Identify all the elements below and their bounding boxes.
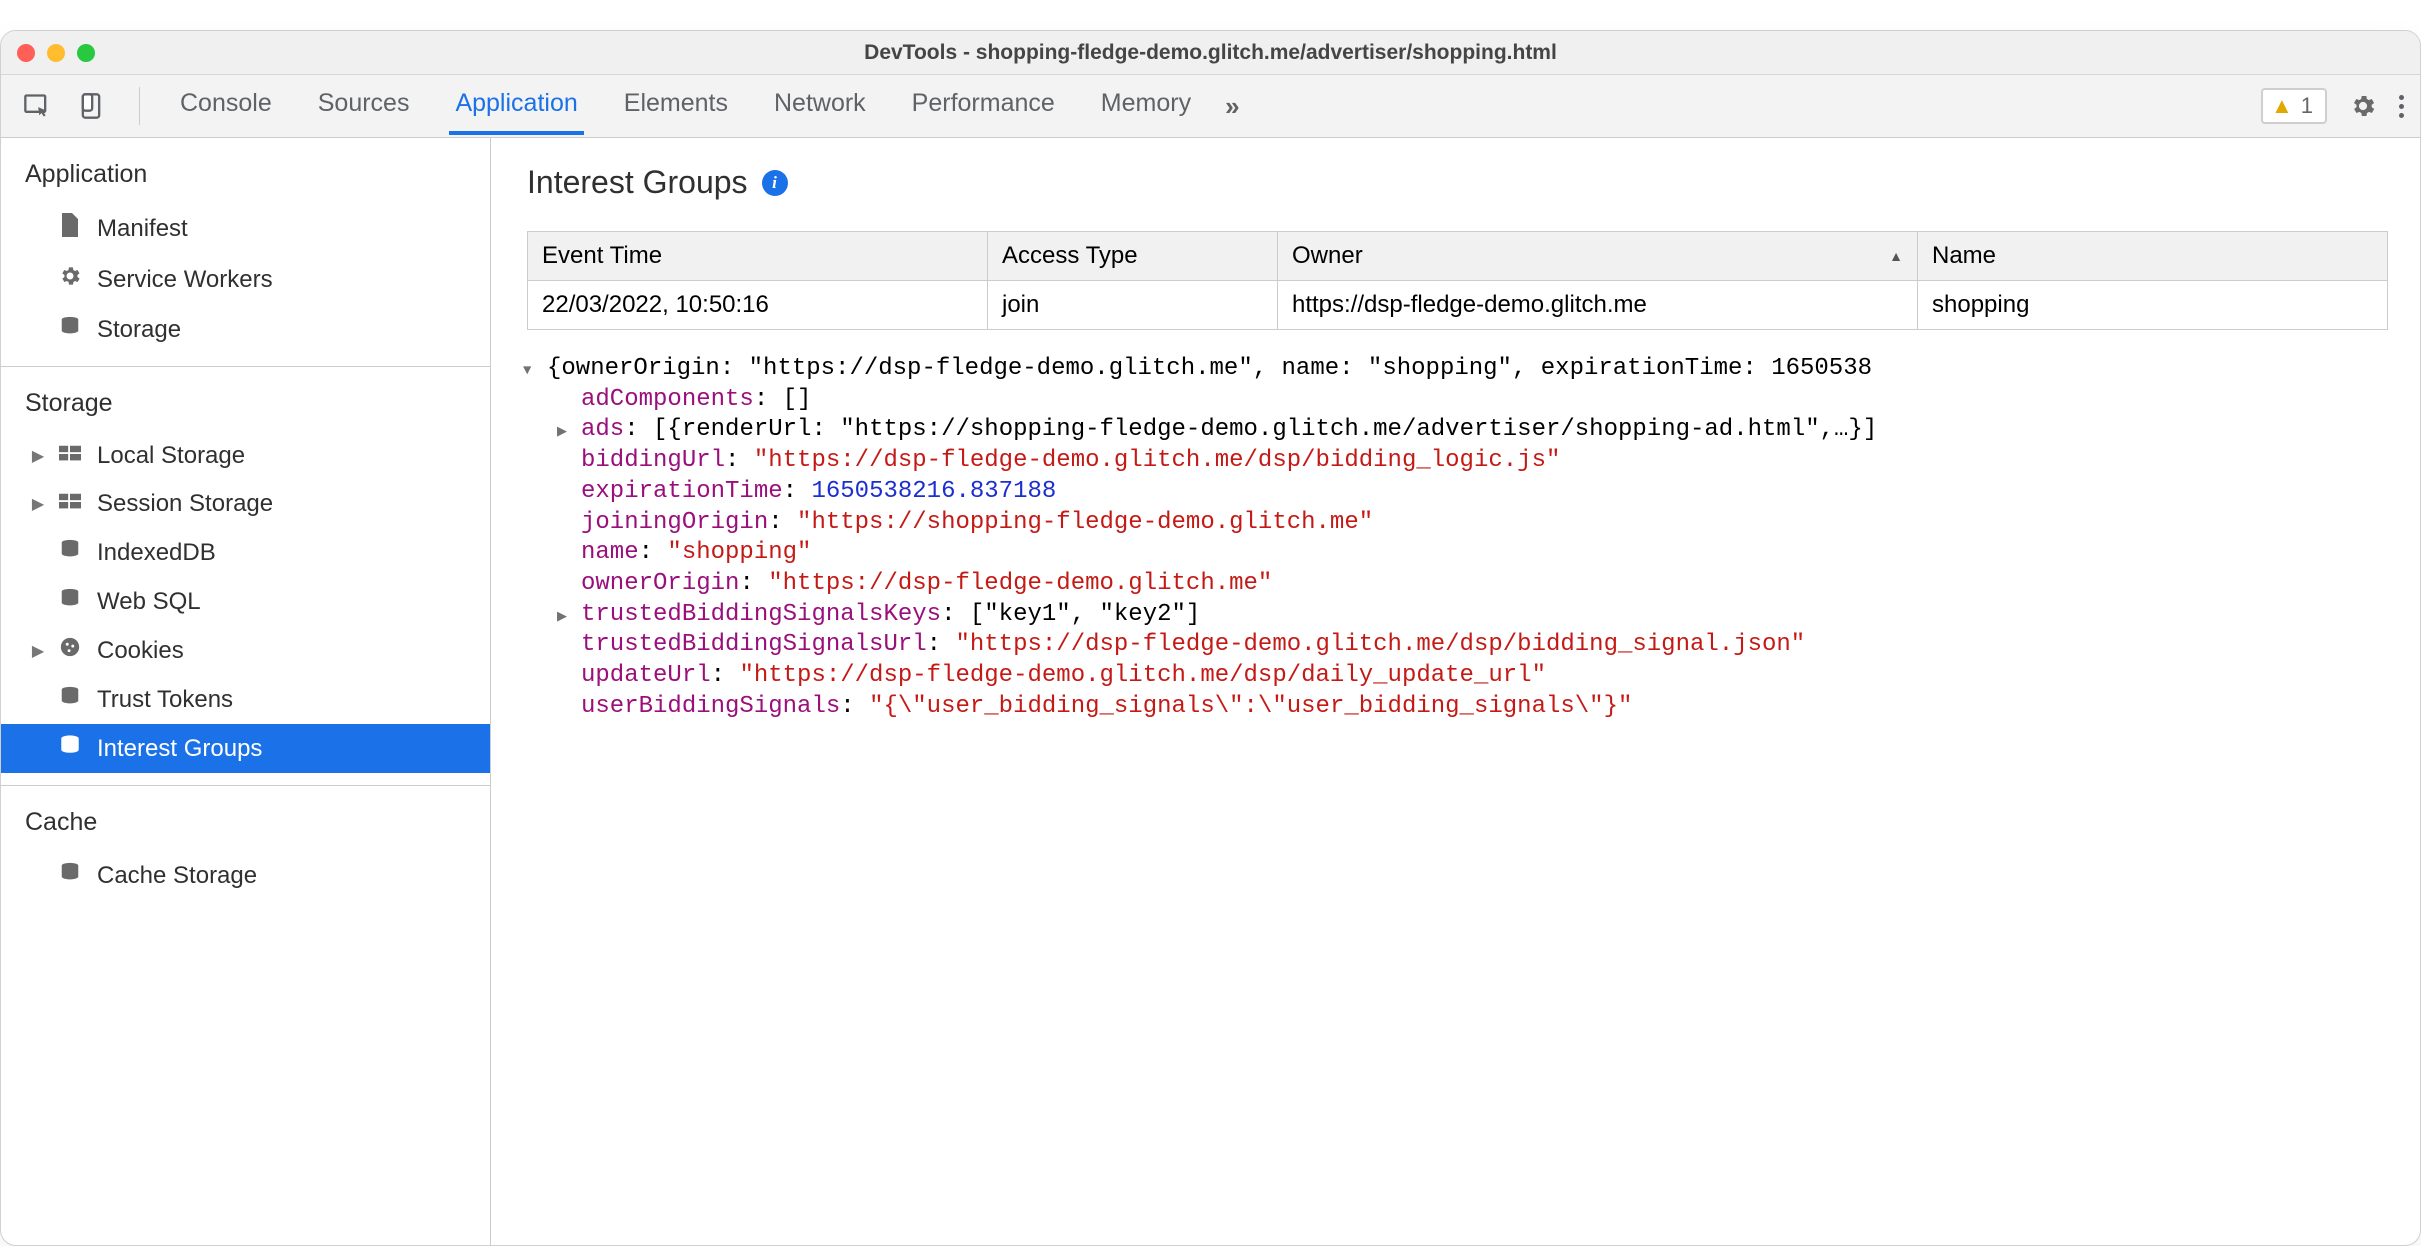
file-icon — [57, 213, 83, 244]
json-prop-ads[interactable]: ads: [{renderUrl: "https://shopping-fled… — [519, 415, 2414, 446]
more-tabs-icon[interactable]: » — [1225, 91, 1227, 122]
device-toggle-icon[interactable] — [77, 92, 105, 120]
tab-memory[interactable]: Memory — [1095, 77, 1197, 135]
sidebar-item-local-storage[interactable]: ▶ Local Storage — [1, 432, 490, 480]
expand-arrow-icon[interactable] — [557, 600, 577, 631]
disclosure-triangle-icon[interactable]: ▶ — [29, 494, 47, 514]
sidebar-item-label: Storage — [97, 316, 181, 344]
info-icon[interactable]: i — [762, 170, 788, 196]
json-prop-tbskeys[interactable]: trustedBiddingSignalsKeys: ["key1", "key… — [519, 600, 2414, 631]
tab-elements[interactable]: Elements — [618, 77, 734, 135]
titlebar: DevTools - shopping-fledge-demo.glitch.m… — [1, 31, 2420, 75]
window-title: DevTools - shopping-fledge-demo.glitch.m… — [1, 41, 2420, 65]
sidebar-item-label: IndexedDB — [97, 539, 216, 567]
tab-application[interactable]: Application — [449, 77, 583, 135]
main-panel: Interest Groups i Event Time Access Type… — [491, 138, 2420, 1245]
table-row[interactable]: 22/03/2022, 10:50:16 join https://dsp-fl… — [528, 281, 2388, 330]
sidebar-item-indexeddb[interactable]: IndexedDB — [1, 528, 490, 577]
sidebar-section-application: Application — [1, 138, 490, 203]
minimize-window[interactable] — [47, 44, 65, 62]
json-prop-biddingurl[interactable]: biddingUrl: "https://dsp-fledge-demo.gli… — [519, 446, 2414, 477]
close-window[interactable] — [17, 44, 35, 62]
json-prop-joiningorigin[interactable]: joiningOrigin: "https://shopping-fledge-… — [519, 508, 2414, 539]
col-access-type[interactable]: Access Type — [988, 232, 1278, 281]
cell-event-time: 22/03/2022, 10:50:16 — [528, 281, 988, 330]
zoom-window[interactable] — [77, 44, 95, 62]
events-table: Event Time Access Type Owner▲ Name 22/03… — [491, 219, 2420, 330]
sidebar-item-label: Manifest — [97, 215, 188, 243]
database-icon — [57, 685, 83, 714]
sidebar-item-cookies[interactable]: ▶ Cookies — [1, 626, 490, 675]
tab-performance[interactable]: Performance — [906, 77, 1061, 135]
warning-count: 1 — [2301, 93, 2313, 119]
tab-sources[interactable]: Sources — [312, 77, 416, 135]
devtools-tabs: Console Sources Application Elements Net… — [174, 77, 1234, 135]
col-event-time[interactable]: Event Time — [528, 232, 988, 281]
sidebar-item-label: Cache Storage — [97, 862, 257, 890]
traffic-lights — [17, 44, 95, 62]
cell-name: shopping — [1918, 281, 2388, 330]
sidebar-item-manifest[interactable]: Manifest — [1, 203, 490, 254]
cell-owner: https://dsp-fledge-demo.glitch.me — [1278, 281, 1918, 330]
json-prop-expiration[interactable]: expirationTime: 1650538216.837188 — [519, 477, 2414, 508]
database-icon — [57, 315, 83, 344]
devtools-window: DevTools - shopping-fledge-demo.glitch.m… — [0, 30, 2421, 1246]
sidebar-item-websql[interactable]: Web SQL — [1, 577, 490, 626]
database-icon — [57, 538, 83, 567]
sidebar-item-interest-groups[interactable]: Interest Groups — [1, 724, 490, 773]
devtools-toolbar: Console Sources Application Elements Net… — [1, 75, 2420, 138]
app-sidebar: Application Manifest Service Workers Sto… — [1, 138, 491, 1245]
sidebar-item-cache-storage[interactable]: Cache Storage — [1, 851, 490, 900]
sidebar-item-session-storage[interactable]: ▶ Session Storage — [1, 480, 490, 528]
panel-header: Interest Groups i — [491, 138, 2420, 219]
disclosure-triangle-icon[interactable]: ▶ — [29, 446, 47, 466]
grid-icon — [57, 490, 83, 518]
settings-gear-icon[interactable] — [2349, 92, 2377, 120]
json-prop-userbidding[interactable]: userBiddingSignals: "{\"user_bidding_sig… — [519, 692, 2414, 723]
warnings-badge[interactable]: ▲ 1 — [2261, 88, 2327, 124]
sidebar-item-label: Web SQL — [97, 588, 201, 616]
sidebar-item-label: Interest Groups — [97, 735, 262, 763]
json-prop-ownerorigin[interactable]: ownerOrigin: "https://dsp-fledge-demo.gl… — [519, 569, 2414, 600]
json-prop-adcomponents[interactable]: adComponents: [] — [519, 385, 2414, 416]
more-menu-icon[interactable] — [2399, 95, 2404, 118]
gear-icon — [57, 264, 83, 295]
page-title: Interest Groups — [527, 164, 748, 201]
sidebar-item-label: Trust Tokens — [97, 686, 233, 714]
sidebar-item-trust-tokens[interactable]: Trust Tokens — [1, 675, 490, 724]
table-header: Event Time Access Type Owner▲ Name — [528, 232, 2388, 281]
database-icon — [57, 861, 83, 890]
separator — [139, 87, 140, 125]
json-details: {ownerOrigin: "https://dsp-fledge-demo.g… — [491, 330, 2420, 1245]
sort-asc-icon: ▲ — [1889, 248, 1903, 264]
col-owner[interactable]: Owner▲ — [1278, 232, 1918, 281]
warning-icon: ▲ — [2271, 93, 2293, 119]
database-icon — [57, 587, 83, 616]
inspect-element-icon[interactable] — [23, 92, 51, 120]
sidebar-item-label: Session Storage — [97, 490, 273, 518]
disclosure-triangle-icon[interactable]: ▶ — [29, 641, 47, 661]
cookie-icon — [57, 636, 83, 665]
database-icon — [57, 734, 83, 763]
expand-arrow-icon[interactable] — [557, 415, 577, 446]
sidebar-section-storage: Storage — [1, 367, 490, 432]
json-prop-updateurl[interactable]: updateUrl: "https://dsp-fledge-demo.glit… — [519, 661, 2414, 692]
json-prop-name[interactable]: name: "shopping" — [519, 538, 2414, 569]
grid-icon — [57, 442, 83, 470]
expand-arrow-icon[interactable] — [523, 354, 543, 385]
cell-access-type: join — [988, 281, 1278, 330]
json-prop-tbsurl[interactable]: trustedBiddingSignalsUrl: "https://dsp-f… — [519, 630, 2414, 661]
tab-network[interactable]: Network — [768, 77, 872, 135]
sidebar-item-label: Service Workers — [97, 266, 273, 294]
sidebar-item-storage-app[interactable]: Storage — [1, 305, 490, 354]
json-root[interactable]: {ownerOrigin: "https://dsp-fledge-demo.g… — [519, 354, 2414, 385]
sidebar-item-label: Local Storage — [97, 442, 245, 470]
sidebar-section-cache: Cache — [1, 786, 490, 851]
sidebar-item-service-workers[interactable]: Service Workers — [1, 254, 490, 305]
col-name[interactable]: Name — [1918, 232, 2388, 281]
tab-console[interactable]: Console — [174, 77, 278, 135]
sidebar-item-label: Cookies — [97, 637, 184, 665]
